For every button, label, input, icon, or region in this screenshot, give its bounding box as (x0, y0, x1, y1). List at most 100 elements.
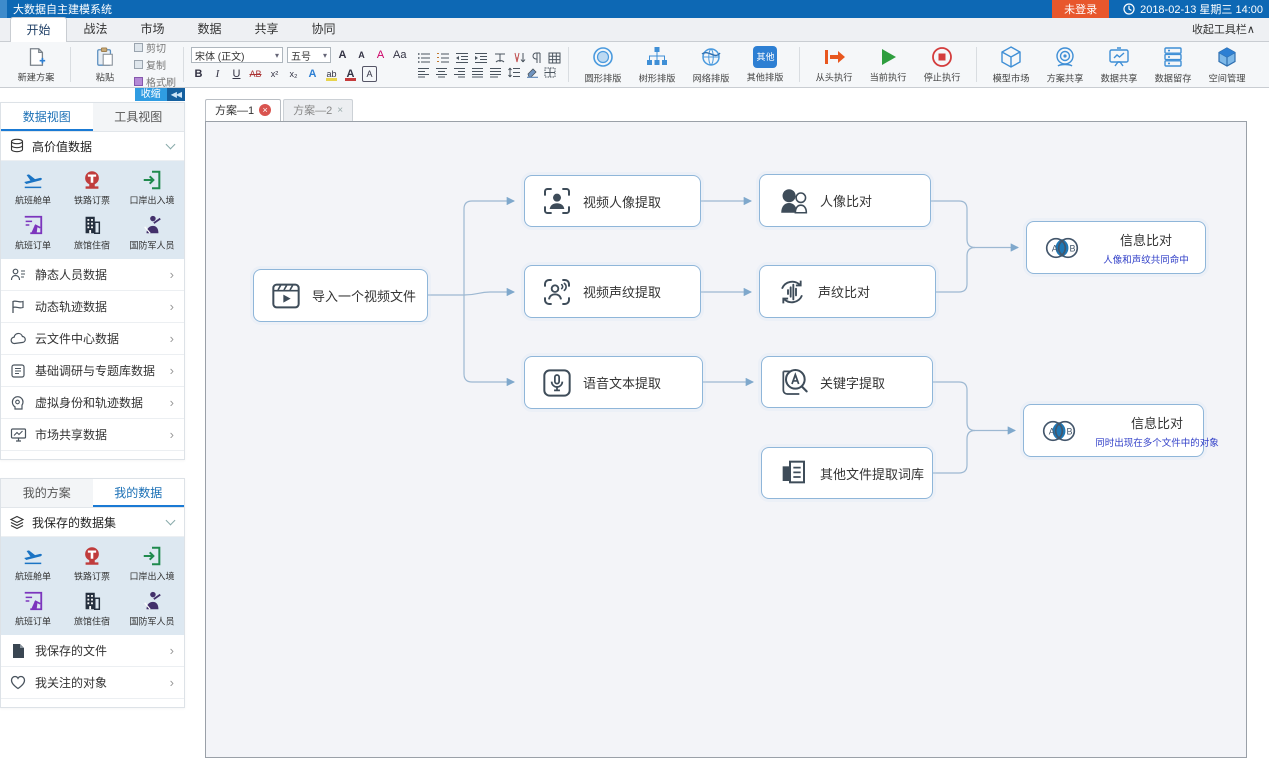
align-right-button[interactable] (453, 67, 466, 78)
dataset-flight-order[interactable]: 航班订单 (3, 586, 63, 631)
enclose-char-button[interactable]: A (362, 66, 377, 82)
cut-button[interactable]: 剪切 (134, 40, 176, 55)
category-virtual-identity[interactable]: 虚拟身份和轨迹数据 › (1, 387, 184, 419)
new-plan-button[interactable]: 新建方案 (9, 46, 63, 84)
dataset-military-personnel[interactable]: 国防军人员 (122, 210, 182, 255)
align-left-button[interactable] (417, 67, 430, 78)
menu-tab-tactics[interactable]: 战法 (67, 16, 124, 41)
category-my-followed-objects[interactable]: 我关注的对象 › (1, 667, 184, 699)
decrease-indent-button[interactable] (455, 52, 469, 64)
highlight-color-button[interactable]: ab (324, 66, 339, 82)
copy-button[interactable]: 复制 (134, 57, 176, 72)
shading-button[interactable] (526, 67, 539, 78)
node-other-file-lexicon[interactable]: 其他文件提取词库 (761, 447, 933, 499)
model-canvas[interactable]: 导入一个视频文件 视频人像提取 视频声纹提取 (205, 121, 1247, 758)
node-keyword-extract[interactable]: 关键字提取 (761, 356, 933, 408)
dataset-flight-order[interactable]: 航班订单 (3, 210, 63, 255)
dataset-flight-manifest[interactable]: 航班舱单 (3, 165, 63, 210)
dataset-hotel-stay[interactable]: 旅馆住宿 (63, 586, 123, 631)
menu-tab-collab[interactable]: 协同 (295, 16, 352, 41)
collapse-toolbar-button[interactable]: 收起工具栏∧ (1192, 21, 1255, 37)
node-voice-compare[interactable]: 声纹比对 (759, 265, 936, 318)
change-case-button[interactable]: Aa (392, 47, 407, 63)
doc-tab-plan-2[interactable]: 方案—2 × (283, 99, 353, 121)
asian-layout-button[interactable] (493, 52, 507, 64)
network-layout-button[interactable]: 网络排版 (684, 45, 738, 85)
menu-tab-share[interactable]: 共享 (238, 16, 295, 41)
run-from-start-button[interactable]: 从头执行 (807, 46, 861, 84)
table-button[interactable] (548, 52, 561, 64)
node-info-compare-2[interactable]: AB 信息比对 同时出现在多个文件中的对象 (1023, 404, 1204, 457)
category-dynamic-trajectory[interactable]: 动态轨迹数据 › (1, 291, 184, 323)
align-distribute-button[interactable] (489, 67, 502, 78)
other-layout-button[interactable]: 其他 其他排版 (738, 46, 792, 84)
run-current-button[interactable]: 当前执行 (861, 46, 915, 84)
doc-tab-plan-1[interactable]: 方案—1 × (205, 99, 281, 121)
numbered-list-button[interactable] (436, 52, 450, 64)
node-import-video-file[interactable]: 导入一个视频文件 (253, 269, 428, 322)
font-family-select[interactable]: 宋体 (正文)▾ (191, 47, 283, 63)
format-painter-button[interactable]: 格式刷 (134, 74, 176, 89)
close-tab-icon[interactable]: × (337, 105, 343, 116)
plan-share-button[interactable]: 方案共享 (1038, 45, 1092, 85)
paste-button[interactable]: 粘贴 (78, 46, 132, 84)
node-info-compare-1[interactable]: AB 信息比对 人像和声纹共同命中 (1026, 221, 1206, 274)
close-tab-icon[interactable]: × (259, 104, 271, 116)
strikethrough-button[interactable]: AB (248, 66, 263, 82)
dataset-border-entry-exit[interactable]: 口岸出入境 (122, 165, 182, 210)
dataset-hotel-stay[interactable]: 旅馆住宿 (63, 210, 123, 255)
align-center-button[interactable] (435, 67, 448, 78)
node-video-voice-extract[interactable]: 视频声纹提取 (524, 265, 701, 318)
show-marks-button[interactable] (531, 52, 543, 64)
dataset-military-personnel[interactable]: 国防军人员 (122, 586, 182, 631)
subscript-button[interactable]: x₂ (286, 66, 301, 82)
menu-tab-market[interactable]: 市场 (124, 16, 181, 41)
node-face-compare[interactable]: 人像比对 (759, 174, 931, 227)
category-cloud-file-center[interactable]: 云文件中心数据 › (1, 323, 184, 355)
data-share-button[interactable]: 数据共享 (1092, 45, 1146, 85)
tree-layout-button[interactable]: 树形排版 (630, 45, 684, 85)
category-market-shared-data[interactable]: 市场共享数据 › (1, 419, 184, 451)
stop-run-button[interactable]: 停止执行 (915, 46, 969, 84)
node-video-face-extract[interactable]: 视频人像提取 (524, 175, 701, 227)
dataset-border-entry-exit[interactable]: 口岸出入境 (122, 541, 182, 586)
tab-my-data[interactable]: 我的数据 (93, 479, 185, 507)
borders-button[interactable] (544, 67, 557, 78)
sort-button[interactable] (512, 52, 526, 64)
login-status-badge[interactable]: 未登录 (1052, 0, 1109, 18)
tab-data-view[interactable]: 数据视图 (1, 103, 93, 131)
category-basic-research[interactable]: 基础调研与专题库数据 › (1, 355, 184, 387)
line-spacing-button[interactable] (507, 67, 521, 78)
increase-indent-button[interactable] (474, 52, 488, 64)
model-market-button[interactable]: 模型市场 (984, 45, 1038, 85)
section-high-value-data[interactable]: 高价值数据 (1, 132, 184, 161)
tab-tool-view[interactable]: 工具视图 (93, 103, 185, 131)
clear-format-button[interactable]: A (373, 47, 388, 63)
text-effects-button[interactable]: A (305, 66, 320, 82)
dataset-flight-manifest[interactable]: 航班舱单 (3, 541, 63, 586)
shrink-font-button[interactable]: A (354, 47, 369, 63)
grow-font-button[interactable]: A (335, 47, 350, 63)
superscript-button[interactable]: x² (267, 66, 282, 82)
two-heads-icon (776, 185, 810, 217)
underline-button[interactable]: U (229, 66, 244, 82)
section-my-saved-datasets[interactable]: 我保存的数据集 (1, 508, 184, 537)
font-color-button[interactable]: A (343, 66, 358, 82)
menu-tab-start[interactable]: 开始 (10, 17, 67, 42)
italic-button[interactable]: I (210, 66, 225, 82)
space-manage-button[interactable]: 空间管理 (1200, 45, 1254, 85)
align-justify-button[interactable] (471, 67, 484, 78)
data-retention-button[interactable]: 数据留存 (1146, 45, 1200, 85)
menu-tab-data[interactable]: 数据 (181, 16, 238, 41)
category-static-personnel[interactable]: 静态人员数据 › (1, 259, 184, 291)
category-my-saved-files[interactable]: 我保存的文件 › (1, 635, 184, 667)
dataset-railway-ticket[interactable]: 铁路订票 (63, 541, 123, 586)
node-speech-text-extract[interactable]: 语音文本提取 (524, 356, 703, 409)
font-size-select[interactable]: 五号▾ (287, 47, 331, 63)
sidebar-collapse-button[interactable]: 收缩 ◀◀ (135, 88, 185, 101)
circle-layout-button[interactable]: 圆形排版 (576, 45, 630, 85)
tab-my-plans[interactable]: 我的方案 (1, 479, 93, 507)
bold-button[interactable]: B (191, 66, 206, 82)
bullet-list-button[interactable] (417, 52, 431, 64)
dataset-railway-ticket[interactable]: 铁路订票 (63, 165, 123, 210)
